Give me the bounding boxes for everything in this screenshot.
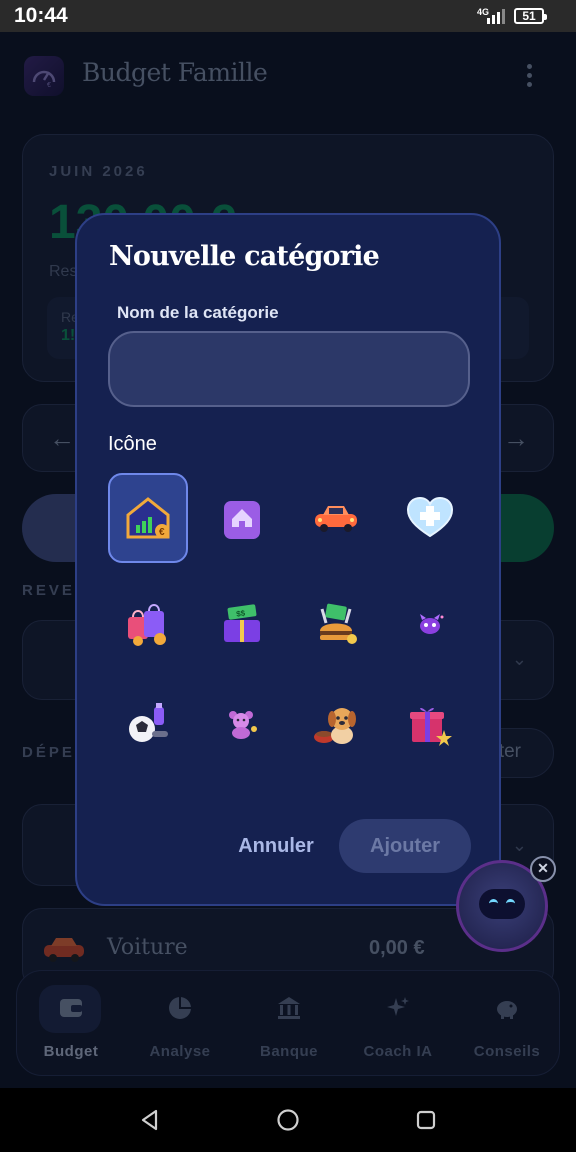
new-category-dialog: Nouvelle catégorie Nom de la catégorie I… [75, 213, 501, 906]
icon-option-home-document[interactable] [202, 473, 282, 563]
icon-option-gift-box[interactable] [390, 679, 470, 769]
home-document-icon [224, 501, 260, 539]
close-icon[interactable]: ✕ [530, 856, 556, 882]
icon-option-sports-ball[interactable] [108, 679, 188, 769]
health-heart-icon [406, 496, 454, 538]
food-burger-icon [320, 603, 357, 644]
add-button[interactable]: Ajouter [339, 819, 471, 873]
system-navigation-bar [0, 1088, 576, 1152]
svg-text:$$: $$ [236, 609, 247, 619]
back-icon[interactable] [138, 1108, 162, 1132]
category-name-input[interactable] [108, 331, 470, 407]
home-icon[interactable] [276, 1108, 300, 1132]
app-screen: € Budget Famille JUIN 2026 130,00 € Res … [0, 32, 576, 1088]
recents-icon[interactable] [414, 1108, 438, 1132]
icon-option-shopping-bags[interactable] [108, 579, 188, 669]
icon-option-food-burger[interactable] [296, 579, 376, 669]
house-growth-icon: € [126, 497, 170, 539]
sparkle-creature-icon [420, 614, 444, 634]
icon-option-gift-money[interactable]: $$ [202, 579, 282, 669]
icon-option-sparkle-creature[interactable] [390, 579, 470, 669]
sports-ball-icon [129, 703, 168, 742]
icon-option-house-growth[interactable]: € [108, 473, 188, 563]
gift-box-icon [410, 707, 452, 746]
shopping-bags-icon [128, 604, 166, 646]
icon-option-pet-dog[interactable] [296, 679, 376, 769]
signal-icon [487, 8, 507, 24]
battery-icon: 51 [514, 8, 547, 24]
icon-option-teddy-bear[interactable] [202, 679, 282, 769]
robot-face-icon [479, 889, 525, 919]
icon-picker-grid: € $$ [108, 473, 484, 783]
icon-option-health-heart[interactable] [390, 473, 470, 563]
status-bar: 10:44 4G 51 [0, 0, 576, 32]
gift-money-icon: $$ [224, 604, 260, 642]
icon-option-car[interactable] [296, 473, 376, 563]
teddy-bear-icon [229, 711, 257, 739]
dialog-title: Nouvelle catégorie [109, 241, 380, 272]
cancel-button[interactable]: Annuler [225, 819, 327, 873]
category-name-label: Nom de la catégorie [117, 303, 279, 322]
dialog-actions: Annuler Ajouter [77, 819, 503, 875]
car-icon [315, 506, 357, 532]
icon-section-label: Icône [108, 433, 157, 455]
pet-dog-icon [314, 708, 356, 744]
status-time: 10:44 [14, 4, 68, 27]
svg-text:€: € [159, 527, 165, 538]
